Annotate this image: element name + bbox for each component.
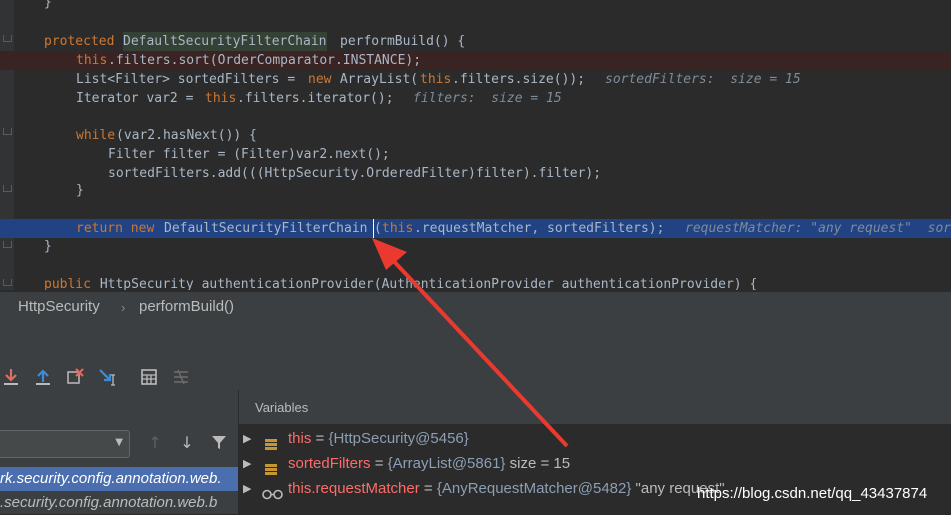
code-line: List<Filter> sortedFilters = new ArrayLi… bbox=[0, 70, 951, 89]
variable-entry: this.requestMatcher = {AnyRequestMatcher… bbox=[288, 476, 725, 501]
variable-extra: size = 15 bbox=[505, 455, 571, 472]
code-text: } bbox=[76, 183, 84, 198]
code-line: Filter filter = (Filter)var2.next(); bbox=[0, 145, 951, 164]
code-text: } bbox=[44, 239, 52, 254]
equals-sign: = bbox=[419, 480, 437, 497]
keyword: return new bbox=[76, 221, 155, 236]
variable-entry: sortedFilters = {ArrayList@5861} size = … bbox=[288, 451, 570, 476]
drop-frame-icon[interactable] bbox=[64, 366, 86, 388]
inline-debug-value: sortedFilters: size = 15 bbox=[605, 72, 801, 87]
variable-name: this bbox=[288, 430, 312, 447]
watermark: https://blog.csdn.net/qq_43437874 bbox=[697, 485, 928, 502]
code-text: HttpSecurity authenticationProvider(Auth… bbox=[92, 277, 758, 290]
code-text: .filters.sort(OrderComparator.INSTANCE); bbox=[108, 53, 422, 68]
step-into-icon[interactable] bbox=[0, 366, 22, 388]
code-line: protected DefaultSecurityFilterChain per… bbox=[0, 32, 951, 51]
arrow-up-icon[interactable]: ↑ bbox=[144, 432, 166, 454]
current-execution-line: return new DefaultSecurityFilterChain ( … bbox=[0, 219, 951, 238]
variable-value: {HttpSecurity@5456} bbox=[328, 430, 469, 447]
breadcrumb-class[interactable]: HttpSecurity bbox=[18, 298, 100, 315]
code-text: Iterator var2 = bbox=[76, 91, 202, 106]
variables-header: Variables bbox=[239, 390, 951, 424]
equals-sign: = bbox=[311, 430, 329, 447]
code-text: .filters.iterator(); bbox=[237, 91, 394, 106]
constructor-name: DefaultSecurityFilterChain bbox=[164, 221, 368, 236]
code-line: } bbox=[0, 237, 951, 256]
variable-value: {ArrayList@5861} bbox=[387, 455, 506, 472]
keyword: this bbox=[76, 53, 108, 68]
trace-icon[interactable] bbox=[170, 366, 192, 388]
variable-entry: this = {HttpSecurity@5456} bbox=[288, 426, 469, 451]
code-text: ArrayList( bbox=[332, 72, 419, 87]
code-line: public HttpSecurity authenticationProvid… bbox=[0, 275, 951, 290]
inline-debug-value: requestMatcher: "any request" sor bbox=[685, 221, 951, 236]
variable-value: {AnyRequestMatcher@5482} bbox=[436, 480, 632, 497]
code-text: } bbox=[44, 0, 52, 10]
variable-name: sortedFilters bbox=[288, 455, 371, 472]
keyword: public bbox=[44, 277, 91, 290]
debug-toolbar bbox=[0, 362, 951, 392]
code-text: .requestMatcher, sortedFilters); bbox=[414, 221, 665, 236]
code-text: .filters.size()); bbox=[452, 72, 586, 87]
step-out-icon[interactable] bbox=[32, 366, 54, 388]
equals-sign: = bbox=[370, 455, 388, 472]
keyword: while bbox=[76, 128, 116, 143]
code-line-highlighted: this .filters.sort(OrderComparator.INSTA… bbox=[0, 51, 951, 70]
frame-row[interactable]: .security.config.annotation.web.b bbox=[0, 491, 238, 515]
return-type: DefaultSecurityFilterChain bbox=[123, 32, 327, 51]
keyword: this bbox=[420, 72, 452, 87]
frames-pane: ▼ rk.security.config.annotation.web. .se… bbox=[0, 390, 239, 514]
thread-selector[interactable]: ▼ bbox=[0, 430, 130, 458]
variables-title: Variables bbox=[255, 400, 309, 415]
chevron-down-icon: ▼ bbox=[115, 437, 123, 448]
expand-triangle-icon[interactable]: ▶ bbox=[243, 426, 251, 451]
breadcrumb-separator: › bbox=[121, 300, 126, 315]
filter-icon[interactable] bbox=[208, 432, 230, 454]
code-text: (var2.hasNext()) { bbox=[116, 128, 257, 143]
keyword: protected bbox=[44, 34, 115, 49]
code-line: } bbox=[0, 0, 951, 12]
code-line: } bbox=[0, 181, 951, 200]
code-text: Filter filter = (Filter)var2.next(); bbox=[108, 147, 390, 162]
breadcrumb-method[interactable]: performBuild() bbox=[139, 298, 234, 315]
run-to-cursor-icon[interactable] bbox=[96, 366, 118, 388]
variable-name: this.requestMatcher bbox=[288, 480, 420, 497]
inline-debug-value: filters: size = 15 bbox=[413, 91, 562, 106]
frame-row-selected[interactable]: rk.security.config.annotation.web. bbox=[0, 467, 238, 491]
breadcrumb: HttpSecurity › performBuild() bbox=[0, 292, 951, 322]
code-line: while (var2.hasNext()) { bbox=[0, 126, 951, 145]
keyword: this bbox=[205, 91, 237, 106]
keyword: new bbox=[308, 72, 332, 87]
arrow-down-icon[interactable]: ↓ bbox=[176, 432, 198, 454]
code-editor[interactable]: } protected DefaultSecurityFilterChain p… bbox=[0, 0, 951, 290]
field-icon bbox=[265, 433, 277, 450]
expand-triangle-icon[interactable]: ▶ bbox=[243, 451, 251, 476]
code-text: List<Filter> sortedFilters = bbox=[76, 72, 303, 87]
expand-triangle-icon[interactable]: ▶ bbox=[243, 476, 251, 501]
keyword: this bbox=[382, 221, 414, 236]
field-icon bbox=[265, 458, 277, 475]
evaluate-icon[interactable] bbox=[138, 366, 160, 388]
variable-row[interactable]: ▶ this = {HttpSecurity@5456} bbox=[239, 426, 951, 451]
code-text: performBuild() { bbox=[340, 34, 466, 49]
variable-row[interactable]: ▶ sortedFilters = {ArrayList@5861} size … bbox=[239, 451, 951, 476]
watch-glasses-icon bbox=[262, 483, 284, 500]
code-line: Iterator var2 = this .filters.iterator()… bbox=[0, 89, 951, 108]
